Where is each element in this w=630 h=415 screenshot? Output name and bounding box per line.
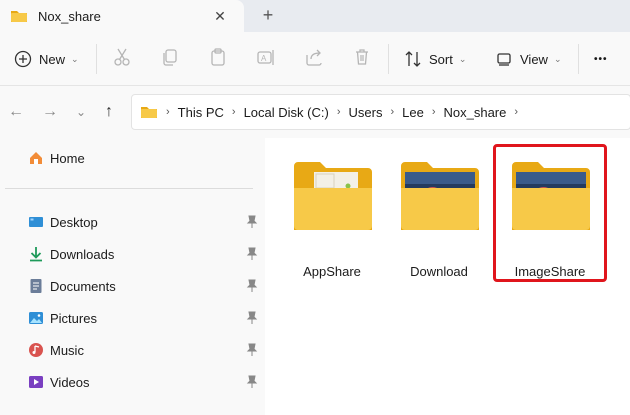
- folder-icon: [141, 107, 157, 118]
- breadcrumb-separator[interactable]: ›: [432, 106, 436, 118]
- desktop-icon: [29, 217, 43, 227]
- videos-icon: [29, 376, 43, 388]
- pin-icon[interactable]: [246, 247, 258, 261]
- folder-item-appshare[interactable]: AppShare: [282, 156, 382, 279]
- sidebar-item-label: Documents: [50, 278, 116, 294]
- home-icon: [30, 152, 42, 164]
- recent-chevron-icon[interactable]: ⌄: [72, 102, 90, 122]
- sort-icon: [405, 51, 421, 67]
- cut-icon[interactable]: [112, 47, 132, 67]
- sidebar-divider: [5, 188, 253, 189]
- toolbar-divider: [388, 44, 389, 74]
- music-icon: [29, 343, 43, 357]
- sidebar-item-label: Desktop: [50, 214, 98, 230]
- breadcrumb-users[interactable]: Users: [349, 105, 383, 120]
- sidebar-item-music[interactable]: Music: [28, 339, 264, 361]
- breadcrumb-separator[interactable]: ›: [514, 106, 518, 118]
- view-label: View: [520, 51, 548, 67]
- sidebar-item-home[interactable]: Home: [28, 147, 264, 169]
- view-button[interactable]: View ⌄: [496, 46, 562, 72]
- folder-icon: [294, 162, 372, 230]
- breadcrumb-separator[interactable]: ›: [390, 106, 394, 118]
- breadcrumb-local-disk[interactable]: Local Disk (C:): [244, 105, 329, 120]
- folder-name: Download: [410, 264, 468, 279]
- close-icon[interactable]: ✕: [212, 8, 228, 24]
- sidebar-item-label: Videos: [50, 374, 90, 390]
- pin-icon[interactable]: [246, 279, 258, 293]
- sidebar-item-label: Pictures: [50, 310, 97, 326]
- sidebar-item-documents[interactable]: Documents: [28, 275, 264, 297]
- sidebar-item-desktop[interactable]: Desktop: [28, 211, 264, 233]
- more-options-button[interactable]: •••: [594, 46, 608, 72]
- paste-icon[interactable]: [208, 47, 228, 67]
- title-bar: Nox_share ✕ +: [0, 0, 630, 32]
- new-button[interactable]: New ⌄: [14, 46, 79, 72]
- folder-icon: [401, 162, 479, 230]
- share-icon[interactable]: [304, 47, 324, 67]
- breadcrumb-separator[interactable]: ›: [337, 106, 341, 118]
- tab-title: Nox_share: [38, 8, 101, 24]
- documents-icon: [30, 279, 42, 293]
- sidebar-item-label: Downloads: [50, 246, 115, 262]
- sidebar-item-label: Home: [50, 150, 85, 166]
- download-icon: [30, 247, 42, 262]
- pin-icon[interactable]: [246, 311, 258, 325]
- rename-icon[interactable]: A: [256, 47, 276, 67]
- folder-item-download[interactable]: Download: [389, 156, 489, 279]
- view-icon: [497, 53, 511, 66]
- breadcrumb-lee[interactable]: Lee: [402, 105, 424, 120]
- breadcrumb-this-pc[interactable]: This PC: [178, 105, 224, 120]
- breadcrumb-nox-share[interactable]: Nox_share: [444, 105, 507, 120]
- pin-icon[interactable]: [246, 375, 258, 389]
- sidebar-item-pictures[interactable]: Pictures: [28, 307, 264, 329]
- folder-icon: [11, 11, 27, 22]
- tab-nox-share[interactable]: Nox_share ✕: [0, 0, 244, 32]
- sidebar-item-downloads[interactable]: Downloads: [28, 243, 264, 265]
- sidebar-item-videos[interactable]: Videos: [28, 371, 264, 393]
- navigation-row: ← → ⌄ ↑ › This PC › Local Disk (C:) › Us…: [0, 86, 630, 138]
- selection-highlight: [493, 144, 607, 282]
- svg-text:A: A: [261, 54, 267, 63]
- sort-label: Sort: [429, 51, 453, 67]
- file-view: AppShare Download ImageShare: [265, 138, 630, 415]
- back-arrow-icon[interactable]: ←: [7, 102, 25, 122]
- pin-icon[interactable]: [246, 215, 258, 229]
- pin-icon[interactable]: [246, 343, 258, 357]
- chevron-down-icon: ⌄: [71, 53, 79, 64]
- plus-icon[interactable]: +: [258, 5, 278, 25]
- sort-button[interactable]: Sort ⌄: [404, 46, 466, 72]
- toolbar-divider: [578, 44, 579, 74]
- new-label: New: [39, 51, 66, 67]
- add-circle-icon: [14, 50, 32, 68]
- sidebar-item-label: Music: [50, 342, 84, 358]
- chevron-down-icon: ⌄: [458, 53, 467, 64]
- delete-icon[interactable]: [352, 47, 372, 67]
- more-label: •••: [594, 53, 608, 65]
- pictures-icon: [29, 312, 43, 324]
- up-arrow-icon[interactable]: ↑: [100, 102, 118, 122]
- toolbar-divider: [96, 44, 97, 74]
- breadcrumb-separator[interactable]: ›: [232, 106, 236, 118]
- address-bar[interactable]: › This PC › Local Disk (C:) › Users › Le…: [131, 94, 630, 130]
- breadcrumb-separator: ›: [166, 106, 170, 118]
- navigation-pane: Home Desktop Downloads Documents Picture…: [0, 138, 265, 415]
- chevron-down-icon: ⌄: [553, 53, 562, 64]
- folder-name: AppShare: [303, 264, 361, 279]
- forward-arrow-icon[interactable]: →: [41, 102, 59, 122]
- command-bar: New ⌄ A Sort ⌄ View ⌄ •••: [0, 32, 630, 86]
- copy-icon[interactable]: [160, 47, 180, 67]
